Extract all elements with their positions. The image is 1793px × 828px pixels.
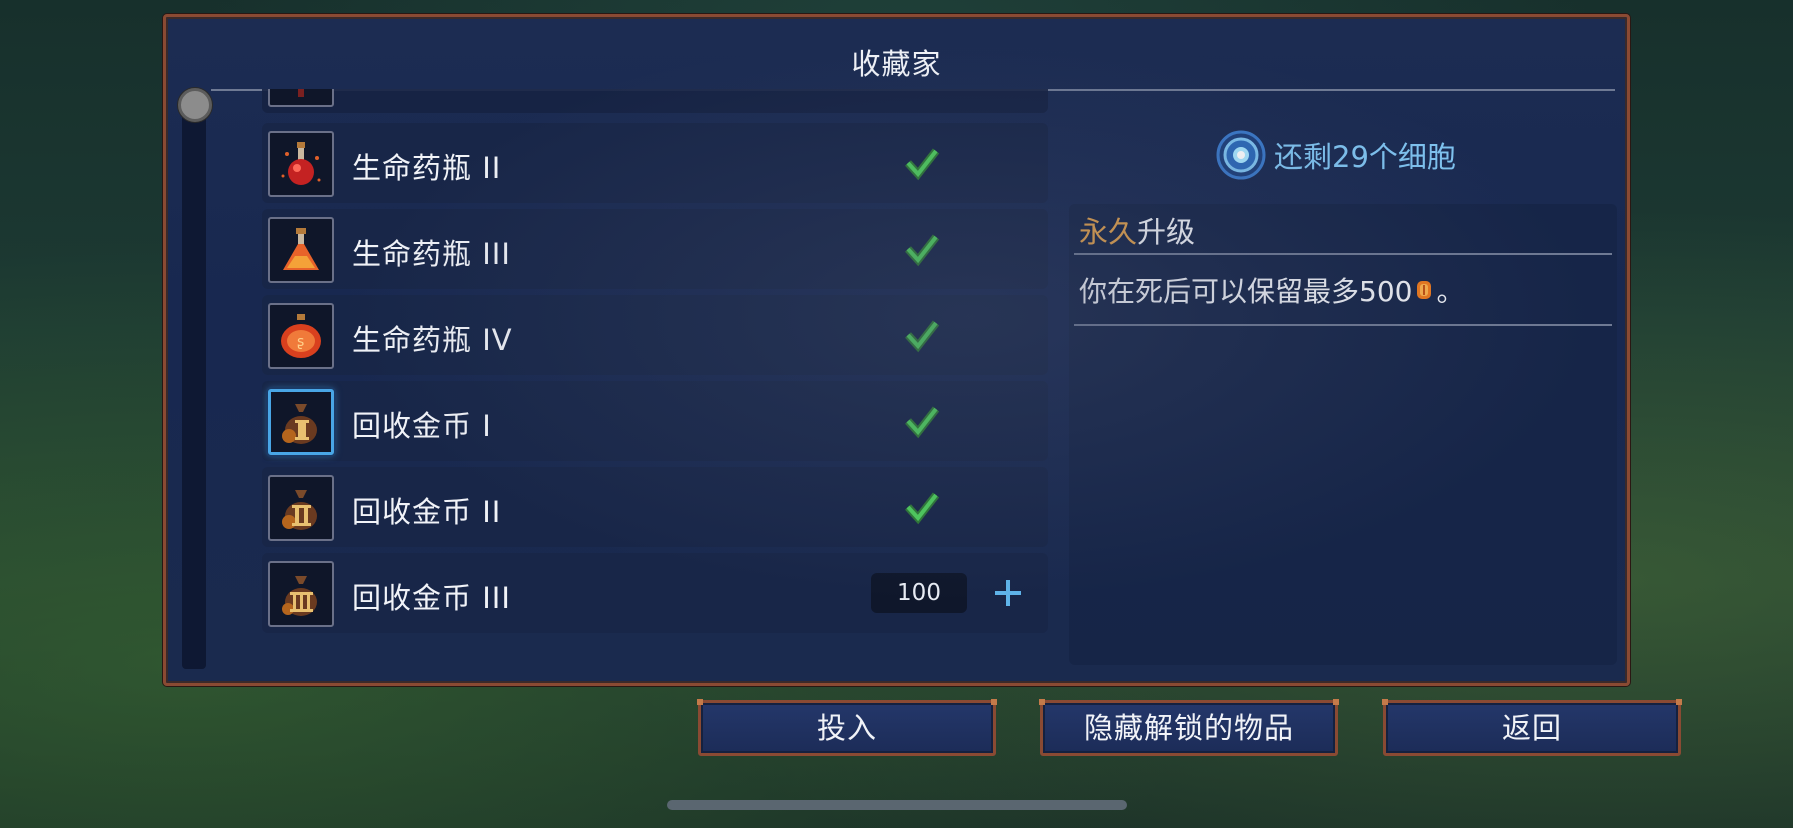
upgrade-category: 永久升级 (1079, 209, 1195, 251)
window-title: 收藏家 (851, 47, 942, 81)
description-divider-bottom (1074, 324, 1612, 326)
item-label: 生命药瓶 II (352, 151, 502, 185)
description-text-end: 。 (1436, 275, 1465, 308)
check-icon (905, 492, 940, 525)
plus-icon[interactable] (990, 575, 1026, 611)
collector-window: 收藏家 生命药瓶 II 生命药瓶 III ʂ 生命药瓶 IV 回收金币 I 回收… (163, 14, 1630, 686)
item-label: 生命药瓶 III (352, 237, 511, 271)
check-icon (905, 406, 940, 439)
invest-button[interactable]: 投入 (697, 699, 997, 756)
check-icon (905, 320, 940, 353)
list-item[interactable]: 回收金币 III 100 (262, 553, 1048, 633)
item-label: 回收金币 II (352, 495, 502, 529)
item-label: 回收金币 I (352, 409, 492, 443)
description-panel: 永久升级 你在死后可以保留最多500 。 (1069, 204, 1617, 665)
red-potion-flask-icon (268, 131, 334, 197)
item-label: 回收金币 III (352, 581, 511, 615)
list-item-selected[interactable]: 回收金币 I (262, 381, 1048, 461)
gold-bag-iii-icon (268, 561, 334, 627)
cells-remaining-text: 还剩29个细胞 (1274, 140, 1456, 174)
potion-flask-icon (268, 89, 334, 107)
back-button[interactable]: 返回 (1382, 699, 1682, 756)
cells-counter: 还剩29个细胞 (1216, 127, 1456, 183)
check-icon (905, 148, 940, 181)
cell-icon (1216, 130, 1266, 180)
cost-value: 100 (871, 573, 967, 613)
list-item[interactable]: 生命药瓶 III (262, 209, 1048, 289)
orange-potion-flask-icon (268, 217, 334, 283)
home-indicator[interactable] (667, 800, 1127, 810)
list-item[interactable]: ʂ 生命药瓶 IV (262, 295, 1048, 375)
round-potion-flask-icon: ʂ (268, 303, 334, 369)
description-text: 你在死后可以保留最多500 。 (1079, 270, 1464, 310)
list-item[interactable]: 生命药瓶 II (262, 123, 1048, 203)
gold-bag-i-icon (268, 389, 334, 455)
list-item[interactable]: 回收金币 II (262, 467, 1048, 547)
item-label: 生命药瓶 IV (352, 323, 513, 357)
category-upgrade: 升级 (1137, 215, 1196, 249)
scrollbar-thumb[interactable] (178, 88, 212, 122)
category-permanent: 永久 (1079, 215, 1138, 249)
gold-coin-icon (1417, 281, 1432, 299)
hide-unlocked-button[interactable]: 隐藏解锁的物品 (1039, 699, 1339, 756)
description-text-main: 你在死后可以保留最多500 (1079, 275, 1413, 308)
description-divider (1074, 253, 1612, 255)
upgrade-list: 生命药瓶 II 生命药瓶 III ʂ 生命药瓶 IV 回收金币 I 回收金币 I… (262, 89, 1062, 679)
list-scrollbar[interactable] (182, 103, 206, 669)
gold-bag-ii-icon (268, 475, 334, 541)
check-icon (905, 234, 940, 267)
svg-text:ʂ: ʂ (297, 334, 304, 350)
list-item-partial[interactable] (262, 89, 1048, 113)
